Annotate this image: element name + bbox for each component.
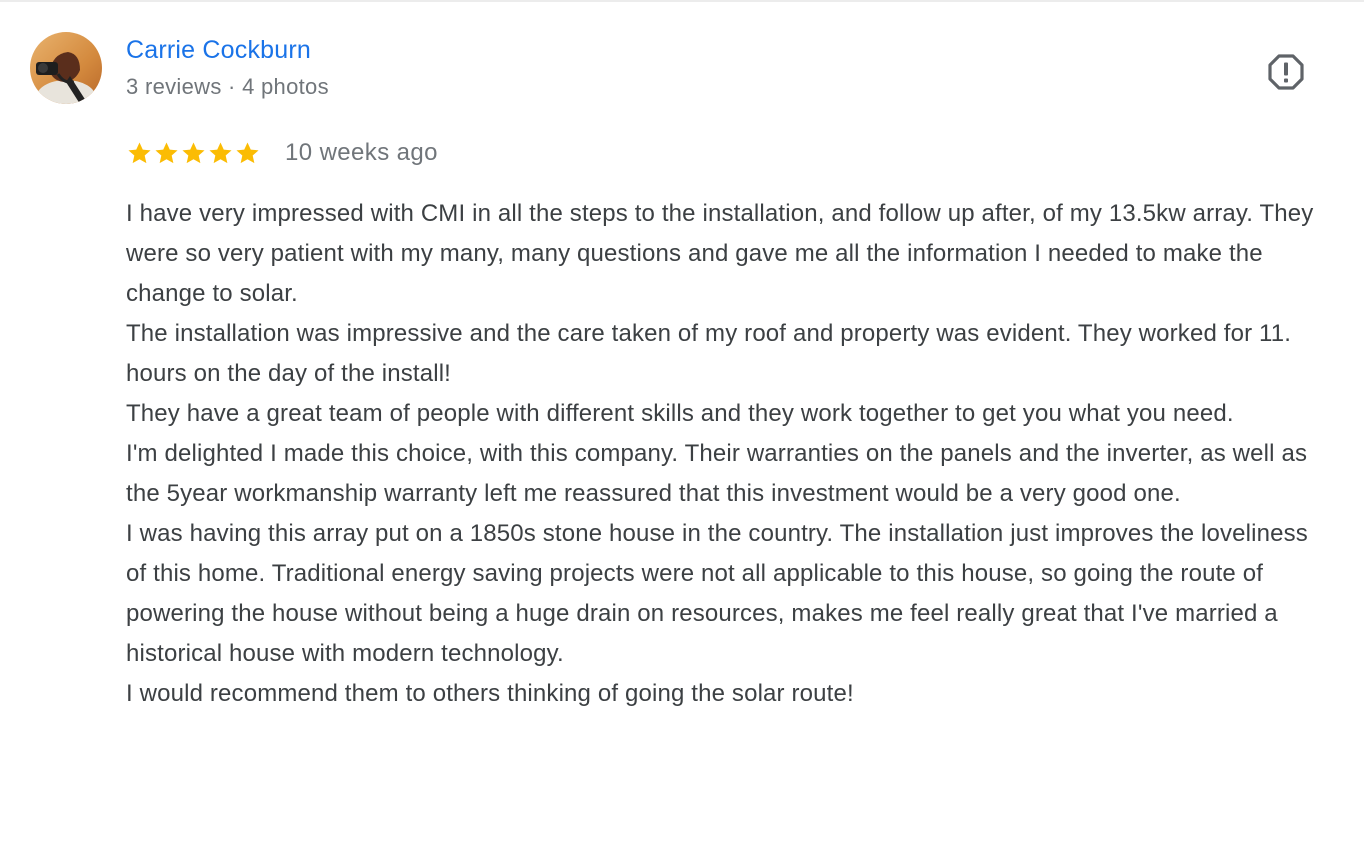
star-icon bbox=[182, 141, 205, 163]
review-paragraph: I have very impressed with CMI in all th… bbox=[126, 200, 1314, 307]
review-paragraph: I was having this array put on a 1850s s… bbox=[126, 520, 1308, 667]
review-paragraph: I would recommend them to others thinkin… bbox=[126, 680, 854, 707]
author-name-link[interactable]: Carrie Cockburn bbox=[126, 36, 311, 65]
flag-report-icon bbox=[1268, 54, 1304, 90]
review-paragraph: I'm delighted I made this choice, with t… bbox=[126, 440, 1308, 507]
star-icon bbox=[155, 141, 178, 163]
review-card: Carrie Cockburn 3 reviews · 4 photos 10 … bbox=[0, 0, 1364, 854]
report-review-button[interactable] bbox=[1264, 52, 1308, 92]
star-icon bbox=[209, 141, 232, 163]
review-date: 10 weeks ago bbox=[285, 139, 438, 166]
divider bbox=[0, 0, 1364, 2]
avatar[interactable] bbox=[30, 32, 102, 104]
star-icon bbox=[236, 141, 259, 163]
profile-photo-icon bbox=[30, 32, 102, 104]
review-paragraph: The installation was impressive and the … bbox=[126, 320, 1292, 387]
review-paragraph: They have a great team of people with di… bbox=[126, 400, 1234, 427]
star-rating bbox=[126, 140, 261, 167]
rating-row: 10 weeks ago bbox=[126, 136, 438, 170]
review-text: I have very impressed with CMI in all th… bbox=[126, 194, 1331, 714]
author-meta: 3 reviews · 4 photos bbox=[126, 74, 329, 99]
star-icon bbox=[128, 141, 151, 163]
